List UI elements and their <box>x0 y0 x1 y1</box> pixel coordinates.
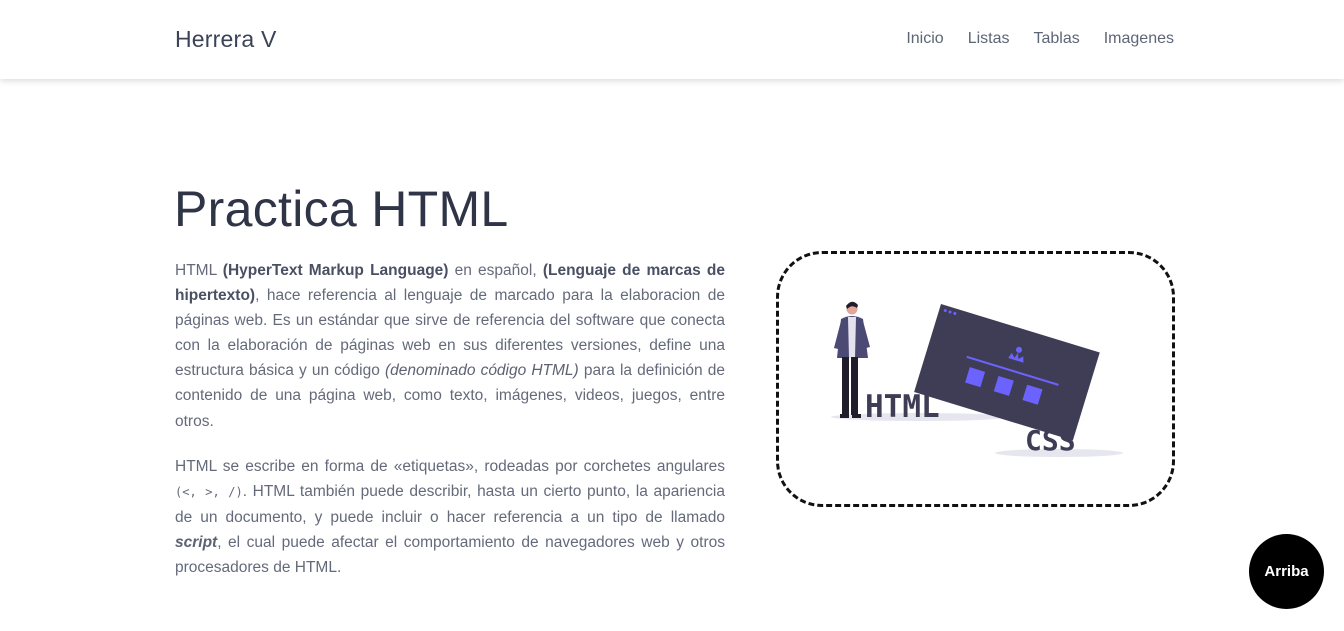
paragraph-tags: HTML se escribe en forma de «etiquetas»,… <box>175 454 725 580</box>
html-css-illustration: HTML CSS <box>831 301 1123 457</box>
code-snippet: (<, >, /) <box>175 484 243 499</box>
nav-link-imagenes[interactable]: Imagenes <box>1104 30 1174 48</box>
navbar: Herrera V Inicio Listas Tablas Imagenes <box>0 0 1344 79</box>
paragraph-intro: HTML (HyperText Markup Language) en espa… <box>175 258 725 434</box>
bold-term: (HyperText Markup Language) <box>222 262 449 279</box>
paragraph-text: . HTML también puede describir, hasta un… <box>175 482 725 526</box>
css-label: CSS <box>1025 424 1076 457</box>
scroll-to-top-button[interactable]: Arriba <box>1249 534 1324 609</box>
nav-link-tablas[interactable]: Tablas <box>1033 30 1079 48</box>
paragraph-text: HTML se escribe en forma de «etiquetas»,… <box>175 457 725 475</box>
illustration-frame: HTML CSS <box>776 251 1175 507</box>
html-label: HTML <box>865 389 940 425</box>
paragraph-text: , el cual puede afectar el comportamient… <box>175 533 725 577</box>
nav-link-listas[interactable]: Listas <box>968 30 1010 48</box>
paragraph-text: en español, <box>448 262 543 279</box>
nav-link-inicio[interactable]: Inicio <box>906 30 943 48</box>
script-term: script <box>175 533 218 551</box>
italic-term: (denominado código HTML) <box>384 362 579 380</box>
content-text: HTML (HyperText Markup Language) en espa… <box>175 258 725 580</box>
paragraph-text: HTML <box>175 262 223 279</box>
brand-logo[interactable]: Herrera V <box>175 26 277 53</box>
nav-menu: Inicio Listas Tablas Imagenes <box>906 30 1174 48</box>
page-title: Practica HTML <box>174 181 509 237</box>
